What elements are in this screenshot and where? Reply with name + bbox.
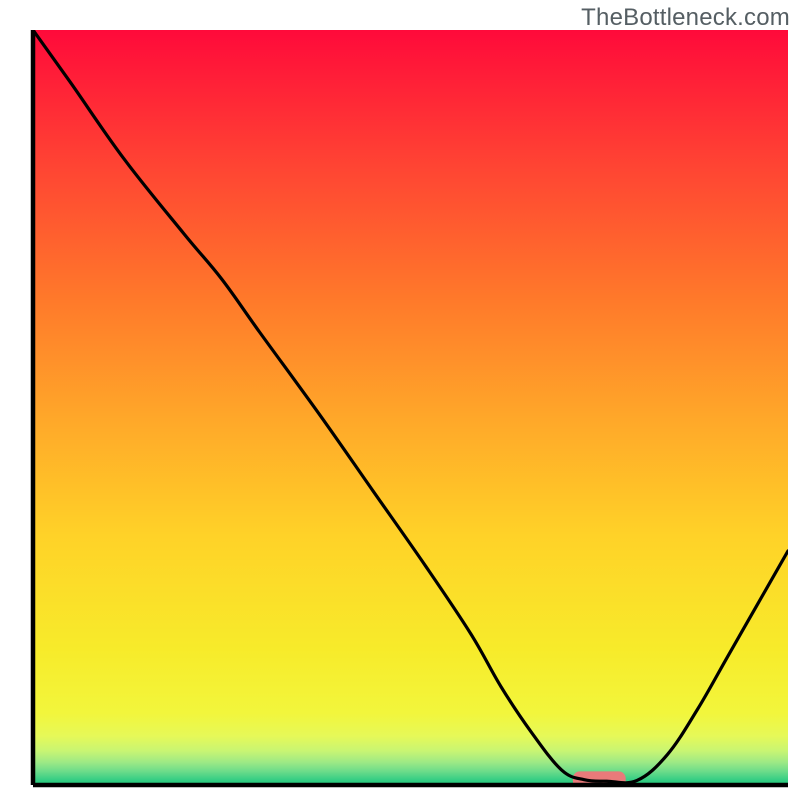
plot-background (33, 30, 788, 785)
chart-container: TheBottleneck.com (0, 0, 800, 800)
bottleneck-chart (0, 0, 800, 800)
